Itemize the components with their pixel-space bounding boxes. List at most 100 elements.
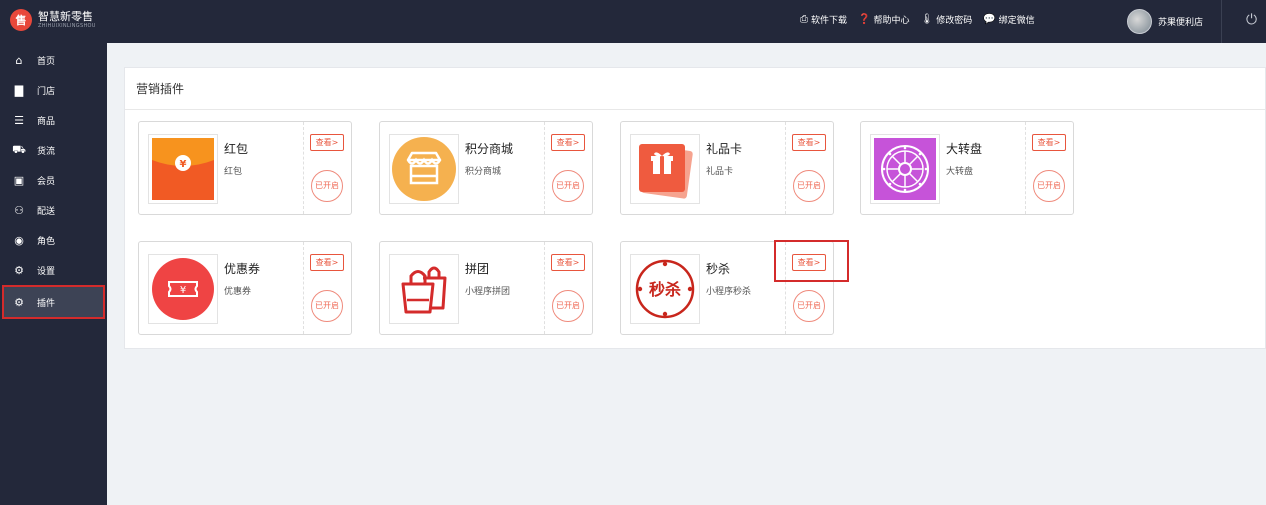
gears-icon: ⚙ [14, 295, 24, 309]
plugin-thumb [630, 134, 700, 204]
sidebar-item-members[interactable]: ▣ 会员 [0, 165, 107, 195]
wechat-icon: 💬 [983, 14, 996, 25]
plugin-desc: 优惠券 [224, 287, 252, 297]
sidebar-item-label: 商品 [37, 116, 56, 127]
plugin-thumb: ¥ [148, 134, 218, 204]
building-icon: ▇ [14, 83, 24, 97]
bind-wechat-label: 绑定微信 [998, 16, 1035, 26]
plugin-name: 红包 [224, 142, 249, 156]
plugin-card-coupon[interactable]: ¥ 优惠券 优惠券 查看> 已开启 [138, 241, 352, 335]
highlight-box [774, 240, 849, 282]
thermometer-icon: 🌡 [920, 14, 934, 25]
plugin-name: 大转盘 [946, 142, 983, 156]
wheel-icon [874, 138, 936, 200]
user-menu[interactable]: 苏果便利店 [1127, 9, 1203, 34]
sidebar-item-goods[interactable]: ☰ 商品 [0, 105, 107, 135]
status-badge: 已开启 [793, 290, 825, 322]
flash-sale-icon: 秒杀 [635, 259, 695, 319]
plugin-thumb: 秒杀 [630, 254, 700, 324]
card-divider [303, 242, 304, 334]
plugin-desc: 小程序秒杀 [706, 287, 752, 297]
plugin-desc: 红包 [224, 167, 243, 177]
help-icon: ❓ [858, 14, 871, 25]
card-divider [544, 122, 545, 214]
change-password-link[interactable]: 🌡 修改密码 [920, 13, 972, 26]
change-password-label: 修改密码 [936, 16, 973, 26]
software-download-icon: ⎙ [800, 14, 808, 25]
card-divider [544, 242, 545, 334]
plugin-card-red-envelope[interactable]: ¥ 红包 红包 查看> 已开启 [138, 121, 352, 215]
view-button[interactable]: 查看> [551, 134, 585, 151]
card-divider [1025, 122, 1026, 214]
sidebar-item-label: 角色 [37, 236, 56, 247]
bind-wechat-link[interactable]: 💬 绑定微信 [983, 13, 1034, 26]
top-nav: ⎙ 软件下载 ❓ 帮助中心 🌡 修改密码 💬 绑定微信 [800, 13, 1046, 26]
view-button[interactable]: 查看> [310, 134, 344, 151]
card-divider [303, 122, 304, 214]
plugin-name: 优惠券 [224, 262, 261, 276]
view-button[interactable]: 查看> [310, 254, 344, 271]
plugin-thumb [870, 134, 940, 204]
plugin-card-points-mall[interactable]: 积分商城 积分商城 查看> 已开启 [379, 121, 593, 215]
software-download-link[interactable]: ⎙ 软件下载 [800, 13, 847, 26]
gear-icon: ⚙ [14, 263, 24, 277]
plugin-name: 拼团 [465, 262, 490, 276]
status-badge: 已开启 [552, 170, 584, 202]
status-badge: 已开启 [311, 170, 343, 202]
sidebar-item-plugins[interactable]: ⚙ 插件 [2, 285, 105, 319]
plugin-desc: 大转盘 [946, 167, 974, 177]
sidebar-item-label: 配送 [37, 206, 56, 217]
list-icon: ☰ [14, 113, 24, 127]
logo-mark-icon: 售 [10, 9, 32, 31]
plugin-desc: 礼品卡 [706, 167, 734, 177]
svg-text:¥: ¥ [180, 285, 186, 296]
help-center-link[interactable]: ❓ 帮助中心 [858, 13, 909, 26]
status-badge: 已开启 [311, 290, 343, 322]
status-badge: 已开启 [793, 170, 825, 202]
plugin-card-gift-card[interactable]: 礼品卡 礼品卡 查看> 已开启 [620, 121, 834, 215]
view-button[interactable]: 查看> [792, 134, 826, 151]
logout-power-icon[interactable]: ⏻ [1243, 12, 1260, 29]
avatar [1127, 9, 1152, 34]
sidebar-item-roles[interactable]: ◉ 角色 [0, 225, 107, 255]
top-bar: 售 智慧新零售 ZHIHUIXINLINGSHOU ⎙ 软件下载 ❓ 帮助中心 … [0, 0, 1266, 43]
sidebar-item-store[interactable]: ▇ 门店 [0, 75, 107, 105]
plugin-thumb [389, 134, 459, 204]
plugin-card-lucky-wheel[interactable]: 大转盘 大转盘 查看> 已开启 [860, 121, 1074, 215]
plugin-name: 秒杀 [706, 262, 731, 276]
shopping-bag-icon [401, 266, 447, 314]
plugin-card-group-buy[interactable]: 拼团 小程序拼团 查看> 已开启 [379, 241, 593, 335]
gift-card-icon [639, 144, 693, 199]
store-icon [392, 137, 456, 201]
sidebar-item-label: 会员 [37, 176, 56, 187]
status-badge: 已开启 [552, 290, 584, 322]
software-download-label: 软件下载 [811, 16, 848, 26]
app-name: 智慧新零售 [38, 10, 93, 23]
home-icon: ⌂ [15, 53, 23, 67]
user-circle-icon: ◉ [14, 233, 24, 247]
app-logo[interactable]: 售 智慧新零售 ZHIHUIXINLINGSHOU [10, 9, 96, 31]
plugin-name: 礼品卡 [706, 142, 743, 156]
user-name: 苏果便利店 [1158, 18, 1204, 28]
svg-text:¥: ¥ [180, 159, 187, 170]
coupon-icon: ¥ [152, 258, 214, 320]
plugin-thumb [389, 254, 459, 324]
sidebar-item-label: 插件 [37, 298, 56, 309]
card-divider [785, 122, 786, 214]
sidebar-item-home[interactable]: ⌂ 首页 [0, 45, 107, 75]
sidebar-item-label: 门店 [37, 86, 56, 97]
svg-text:秒杀: 秒杀 [649, 280, 681, 299]
sidebar-item-delivery[interactable]: ⚇ 配送 [0, 195, 107, 225]
view-button[interactable]: 查看> [1032, 134, 1066, 151]
motorcycle-icon: ⚇ [14, 203, 24, 217]
sidebar: ⌂ 首页 ▇ 门店 ☰ 商品 ⛟ 货流 ▣ 会员 ⚇ 配送 ◉ 角色 ⚙ 设置 … [0, 43, 107, 505]
topbar-divider [1221, 0, 1222, 43]
app-name-en: ZHIHUIXINLINGSHOU [38, 23, 96, 29]
help-center-label: 帮助中心 [873, 16, 910, 26]
sidebar-item-settings[interactable]: ⚙ 设置 [0, 255, 107, 285]
sidebar-item-label: 设置 [37, 266, 56, 277]
sidebar-item-logistics[interactable]: ⛟ 货流 [0, 135, 107, 165]
plugin-name: 积分商城 [465, 142, 514, 156]
plugin-desc: 积分商城 [465, 167, 502, 177]
view-button[interactable]: 查看> [551, 254, 585, 271]
